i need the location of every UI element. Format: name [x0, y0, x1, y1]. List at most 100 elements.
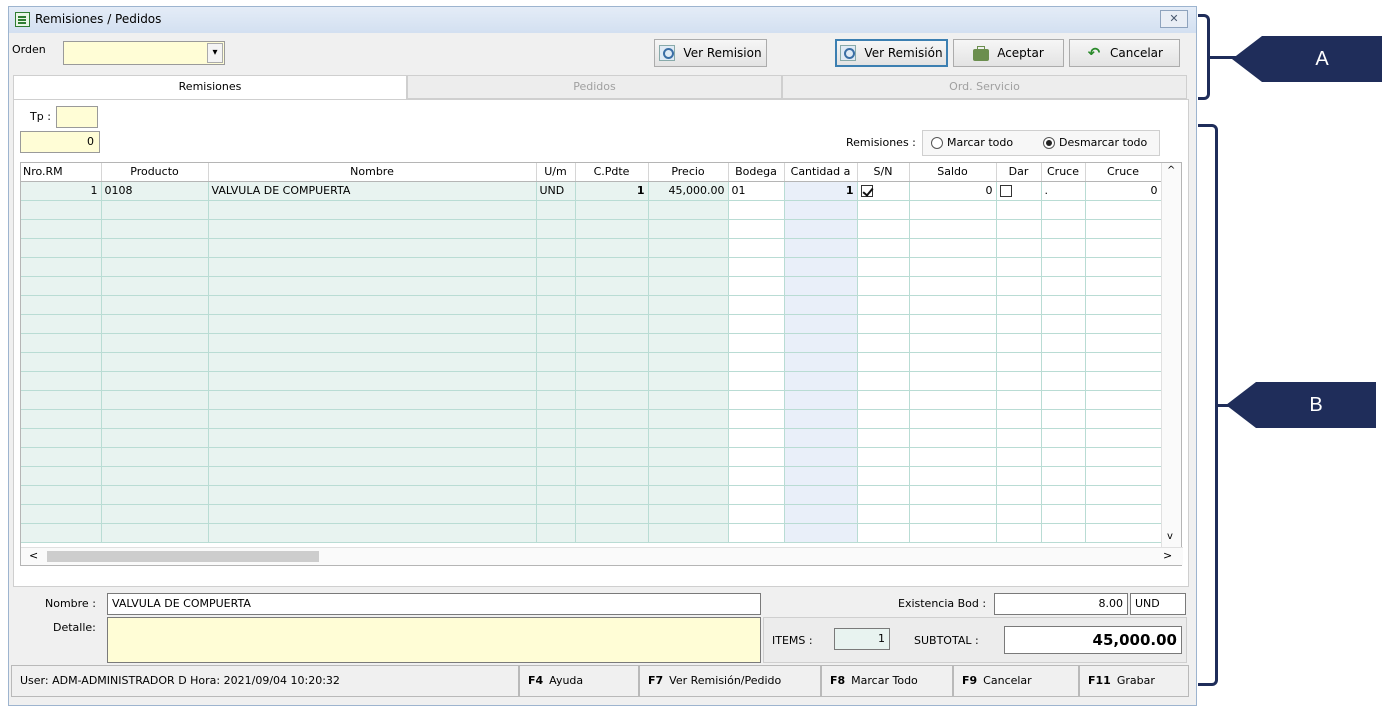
empty-cell[interactable]: [536, 504, 576, 524]
empty-cell[interactable]: [575, 200, 649, 220]
empty-cell[interactable]: [208, 352, 537, 372]
empty-cell[interactable]: [996, 409, 1042, 429]
col-header-cruce-2[interactable]: Cruce: [1085, 163, 1162, 182]
empty-cell[interactable]: [648, 371, 729, 391]
empty-cell[interactable]: [784, 219, 858, 239]
empty-cell[interactable]: [21, 485, 102, 505]
empty-cell[interactable]: [575, 257, 649, 277]
empty-cell[interactable]: [1041, 238, 1086, 258]
f4-help-key[interactable]: F4 Ayuda: [519, 665, 639, 697]
empty-cell[interactable]: [208, 200, 537, 220]
empty-cell[interactable]: [728, 257, 785, 277]
empty-cell[interactable]: [536, 428, 576, 448]
empty-cell[interactable]: [101, 333, 209, 353]
empty-cell[interactable]: [648, 238, 729, 258]
empty-cell[interactable]: [1041, 466, 1086, 486]
orden-dropdown[interactable]: ▾: [63, 41, 225, 65]
scroll-up-icon[interactable]: ^: [1167, 165, 1175, 176]
empty-cell[interactable]: [857, 504, 910, 524]
empty-cell[interactable]: [996, 219, 1042, 239]
empty-cell[interactable]: [21, 428, 102, 448]
empty-cell[interactable]: [857, 257, 910, 277]
empty-cell[interactable]: [575, 333, 649, 353]
empty-cell[interactable]: [208, 295, 537, 315]
ver-remision-button[interactable]: Ver Remisión: [835, 39, 948, 67]
empty-cell[interactable]: [101, 352, 209, 372]
chevron-down-icon[interactable]: ▾: [207, 43, 223, 63]
empty-cell[interactable]: [857, 466, 910, 486]
empty-cell[interactable]: [575, 523, 649, 543]
empty-cell[interactable]: [575, 390, 649, 410]
empty-cell[interactable]: [996, 257, 1042, 277]
empty-cell[interactable]: [909, 276, 997, 296]
empty-cell[interactable]: [101, 295, 209, 315]
empty-cell[interactable]: [101, 200, 209, 220]
empty-cell[interactable]: [728, 276, 785, 296]
empty-table-row[interactable]: [21, 333, 1162, 353]
empty-cell[interactable]: [208, 523, 537, 543]
empty-cell[interactable]: [909, 390, 997, 410]
empty-cell[interactable]: [728, 428, 785, 448]
empty-cell[interactable]: [1041, 428, 1086, 448]
empty-cell[interactable]: [784, 523, 858, 543]
empty-cell[interactable]: [909, 314, 997, 334]
empty-cell[interactable]: [648, 352, 729, 372]
empty-cell[interactable]: [857, 428, 910, 448]
empty-cell[interactable]: [857, 200, 910, 220]
empty-cell[interactable]: [728, 314, 785, 334]
empty-cell[interactable]: [208, 390, 537, 410]
empty-cell[interactable]: [996, 485, 1042, 505]
empty-cell[interactable]: [101, 466, 209, 486]
empty-cell[interactable]: [1041, 371, 1086, 391]
grid-horizontal-scrollbar[interactable]: < >: [21, 547, 1183, 565]
empty-cell[interactable]: [208, 219, 537, 239]
empty-cell[interactable]: [1041, 314, 1086, 334]
empty-cell[interactable]: [648, 333, 729, 353]
empty-cell[interactable]: [1085, 333, 1162, 353]
col-header-precio[interactable]: Precio: [648, 163, 729, 182]
empty-cell[interactable]: [728, 238, 785, 258]
empty-cell[interactable]: [208, 466, 537, 486]
empty-cell[interactable]: [784, 257, 858, 277]
col-header-cantidad[interactable]: Cantidad a: [784, 163, 858, 182]
empty-cell[interactable]: [1041, 333, 1086, 353]
empty-cell[interactable]: [208, 314, 537, 334]
empty-cell[interactable]: [784, 200, 858, 220]
empty-cell[interactable]: [996, 200, 1042, 220]
f11-save-key[interactable]: F11 Grabar: [1079, 665, 1189, 697]
empty-cell[interactable]: [728, 447, 785, 467]
empty-cell[interactable]: [1041, 295, 1086, 315]
scroll-left-icon[interactable]: <: [29, 549, 38, 562]
table-row[interactable]: 1 0108 VALVULA DE COMPUERTA UND 1 45,000…: [21, 181, 1162, 201]
empty-cell[interactable]: [1041, 409, 1086, 429]
empty-cell[interactable]: [208, 447, 537, 467]
empty-cell[interactable]: [648, 219, 729, 239]
empty-cell[interactable]: [1085, 219, 1162, 239]
empty-cell[interactable]: [1041, 219, 1086, 239]
empty-cell[interactable]: [536, 409, 576, 429]
empty-table-row[interactable]: [21, 428, 1162, 448]
empty-cell[interactable]: [208, 238, 537, 258]
empty-cell[interactable]: [101, 504, 209, 524]
empty-cell[interactable]: [21, 371, 102, 391]
empty-cell[interactable]: [575, 314, 649, 334]
empty-cell[interactable]: [536, 485, 576, 505]
empty-cell[interactable]: [728, 219, 785, 239]
empty-cell[interactable]: [909, 428, 997, 448]
empty-cell[interactable]: [784, 428, 858, 448]
empty-cell[interactable]: [21, 238, 102, 258]
empty-cell[interactable]: [784, 466, 858, 486]
empty-cell[interactable]: [536, 276, 576, 296]
empty-cell[interactable]: [21, 276, 102, 296]
empty-cell[interactable]: [996, 428, 1042, 448]
empty-table-row[interactable]: [21, 219, 1162, 239]
cell-cruce-2[interactable]: 0: [1085, 181, 1162, 201]
empty-cell[interactable]: [648, 409, 729, 429]
col-header-cruce-1[interactable]: Cruce: [1041, 163, 1086, 182]
empty-cell[interactable]: [996, 352, 1042, 372]
tab-ord-servicio[interactable]: Ord. Servicio: [782, 75, 1187, 99]
empty-table-row[interactable]: [21, 352, 1162, 372]
empty-cell[interactable]: [21, 200, 102, 220]
empty-cell[interactable]: [909, 352, 997, 372]
empty-cell[interactable]: [208, 504, 537, 524]
